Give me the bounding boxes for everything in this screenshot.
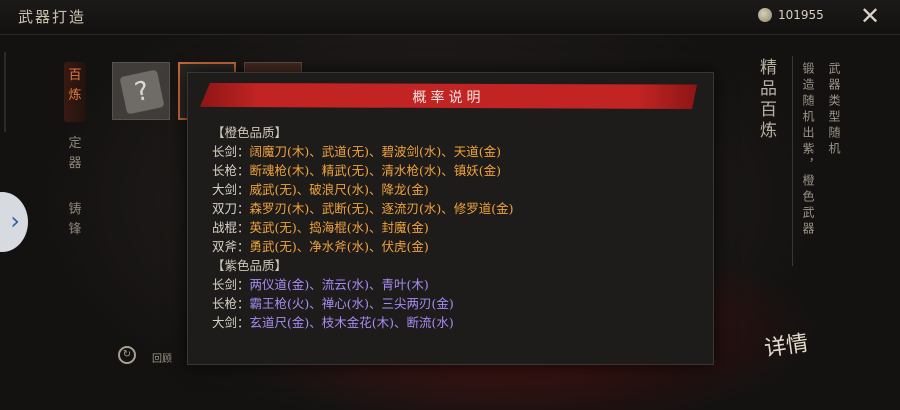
- list-item: 战棍：英武(无)、捣海棍(水)、封魔(金): [212, 220, 429, 235]
- tab-bailian[interactable]: 百炼: [64, 62, 86, 122]
- list-item: 大剑：威武(无)、破浪尺(水)、降龙(金): [212, 182, 429, 197]
- list-item: 长剑：阔魔刀(木)、武道(无)、碧波剑(水)、天道(金): [212, 144, 502, 159]
- list-item: 长枪：断魂枪(木)、精武(无)、清水枪(水)、镇妖(金): [212, 163, 502, 178]
- mode-desc-1: 锻造随机出紫，橙色武器: [801, 62, 815, 238]
- probability-popup: 概率说明 【橙色品质】 长剑：阔魔刀(木)、武道(无)、碧波剑(水)、天道(金)…: [187, 72, 714, 365]
- list-item: 大剑：玄道尺(金)、枝木金花(木)、断流(水): [212, 315, 454, 330]
- tab-zhufeng[interactable]: 铸锋: [64, 200, 86, 240]
- popup-title: 概率说明: [412, 90, 485, 106]
- list-item: 长剑：两仪道(金)、流云(水)、青叶(木): [212, 277, 429, 292]
- weapon-slot-unknown[interactable]: ?: [112, 62, 170, 120]
- coin-icon: [758, 8, 772, 22]
- list-item: 双刀：森罗刃(木)、武断(无)、逐流刃(水)、修罗道(金): [212, 201, 514, 216]
- detail-button[interactable]: 详情: [762, 325, 810, 363]
- mode-desc-2: 武器类型随机: [827, 62, 841, 158]
- top-bar: 武器打造 101955 ✕: [0, 0, 900, 35]
- section-heading-orange: 【橙色品质】: [212, 125, 288, 140]
- replay-label: 回顾: [152, 354, 172, 365]
- section-heading-purple: 【紫色品质】: [212, 258, 288, 273]
- close-icon: ✕: [860, 2, 881, 30]
- currency-display: 101955: [758, 8, 824, 22]
- popup-header: 概率说明: [200, 83, 697, 109]
- page-title: 武器打造: [18, 8, 87, 26]
- probability-list[interactable]: 【橙色品质】 长剑：阔魔刀(木)、武道(无)、碧波剑(水)、天道(金) 长枪：断…: [212, 123, 692, 355]
- currency-value: 101955: [778, 8, 824, 22]
- tab-dingqi[interactable]: 定器: [64, 134, 86, 174]
- replay-icon[interactable]: ↻: [118, 346, 136, 364]
- list-item: 长枪：霸王枪(火)、禅心(水)、三尖两刃(金): [212, 296, 454, 311]
- chevron-right-icon: ›: [10, 207, 20, 235]
- right-divider: [792, 56, 793, 266]
- mode-title: 精品百炼: [756, 58, 776, 142]
- list-item: 双斧：勇武(无)、净水斧(水)、伏虎(金): [212, 239, 429, 254]
- question-scroll-icon: ?: [119, 69, 165, 115]
- close-button[interactable]: ✕: [860, 2, 880, 30]
- tab-divider: [4, 52, 6, 132]
